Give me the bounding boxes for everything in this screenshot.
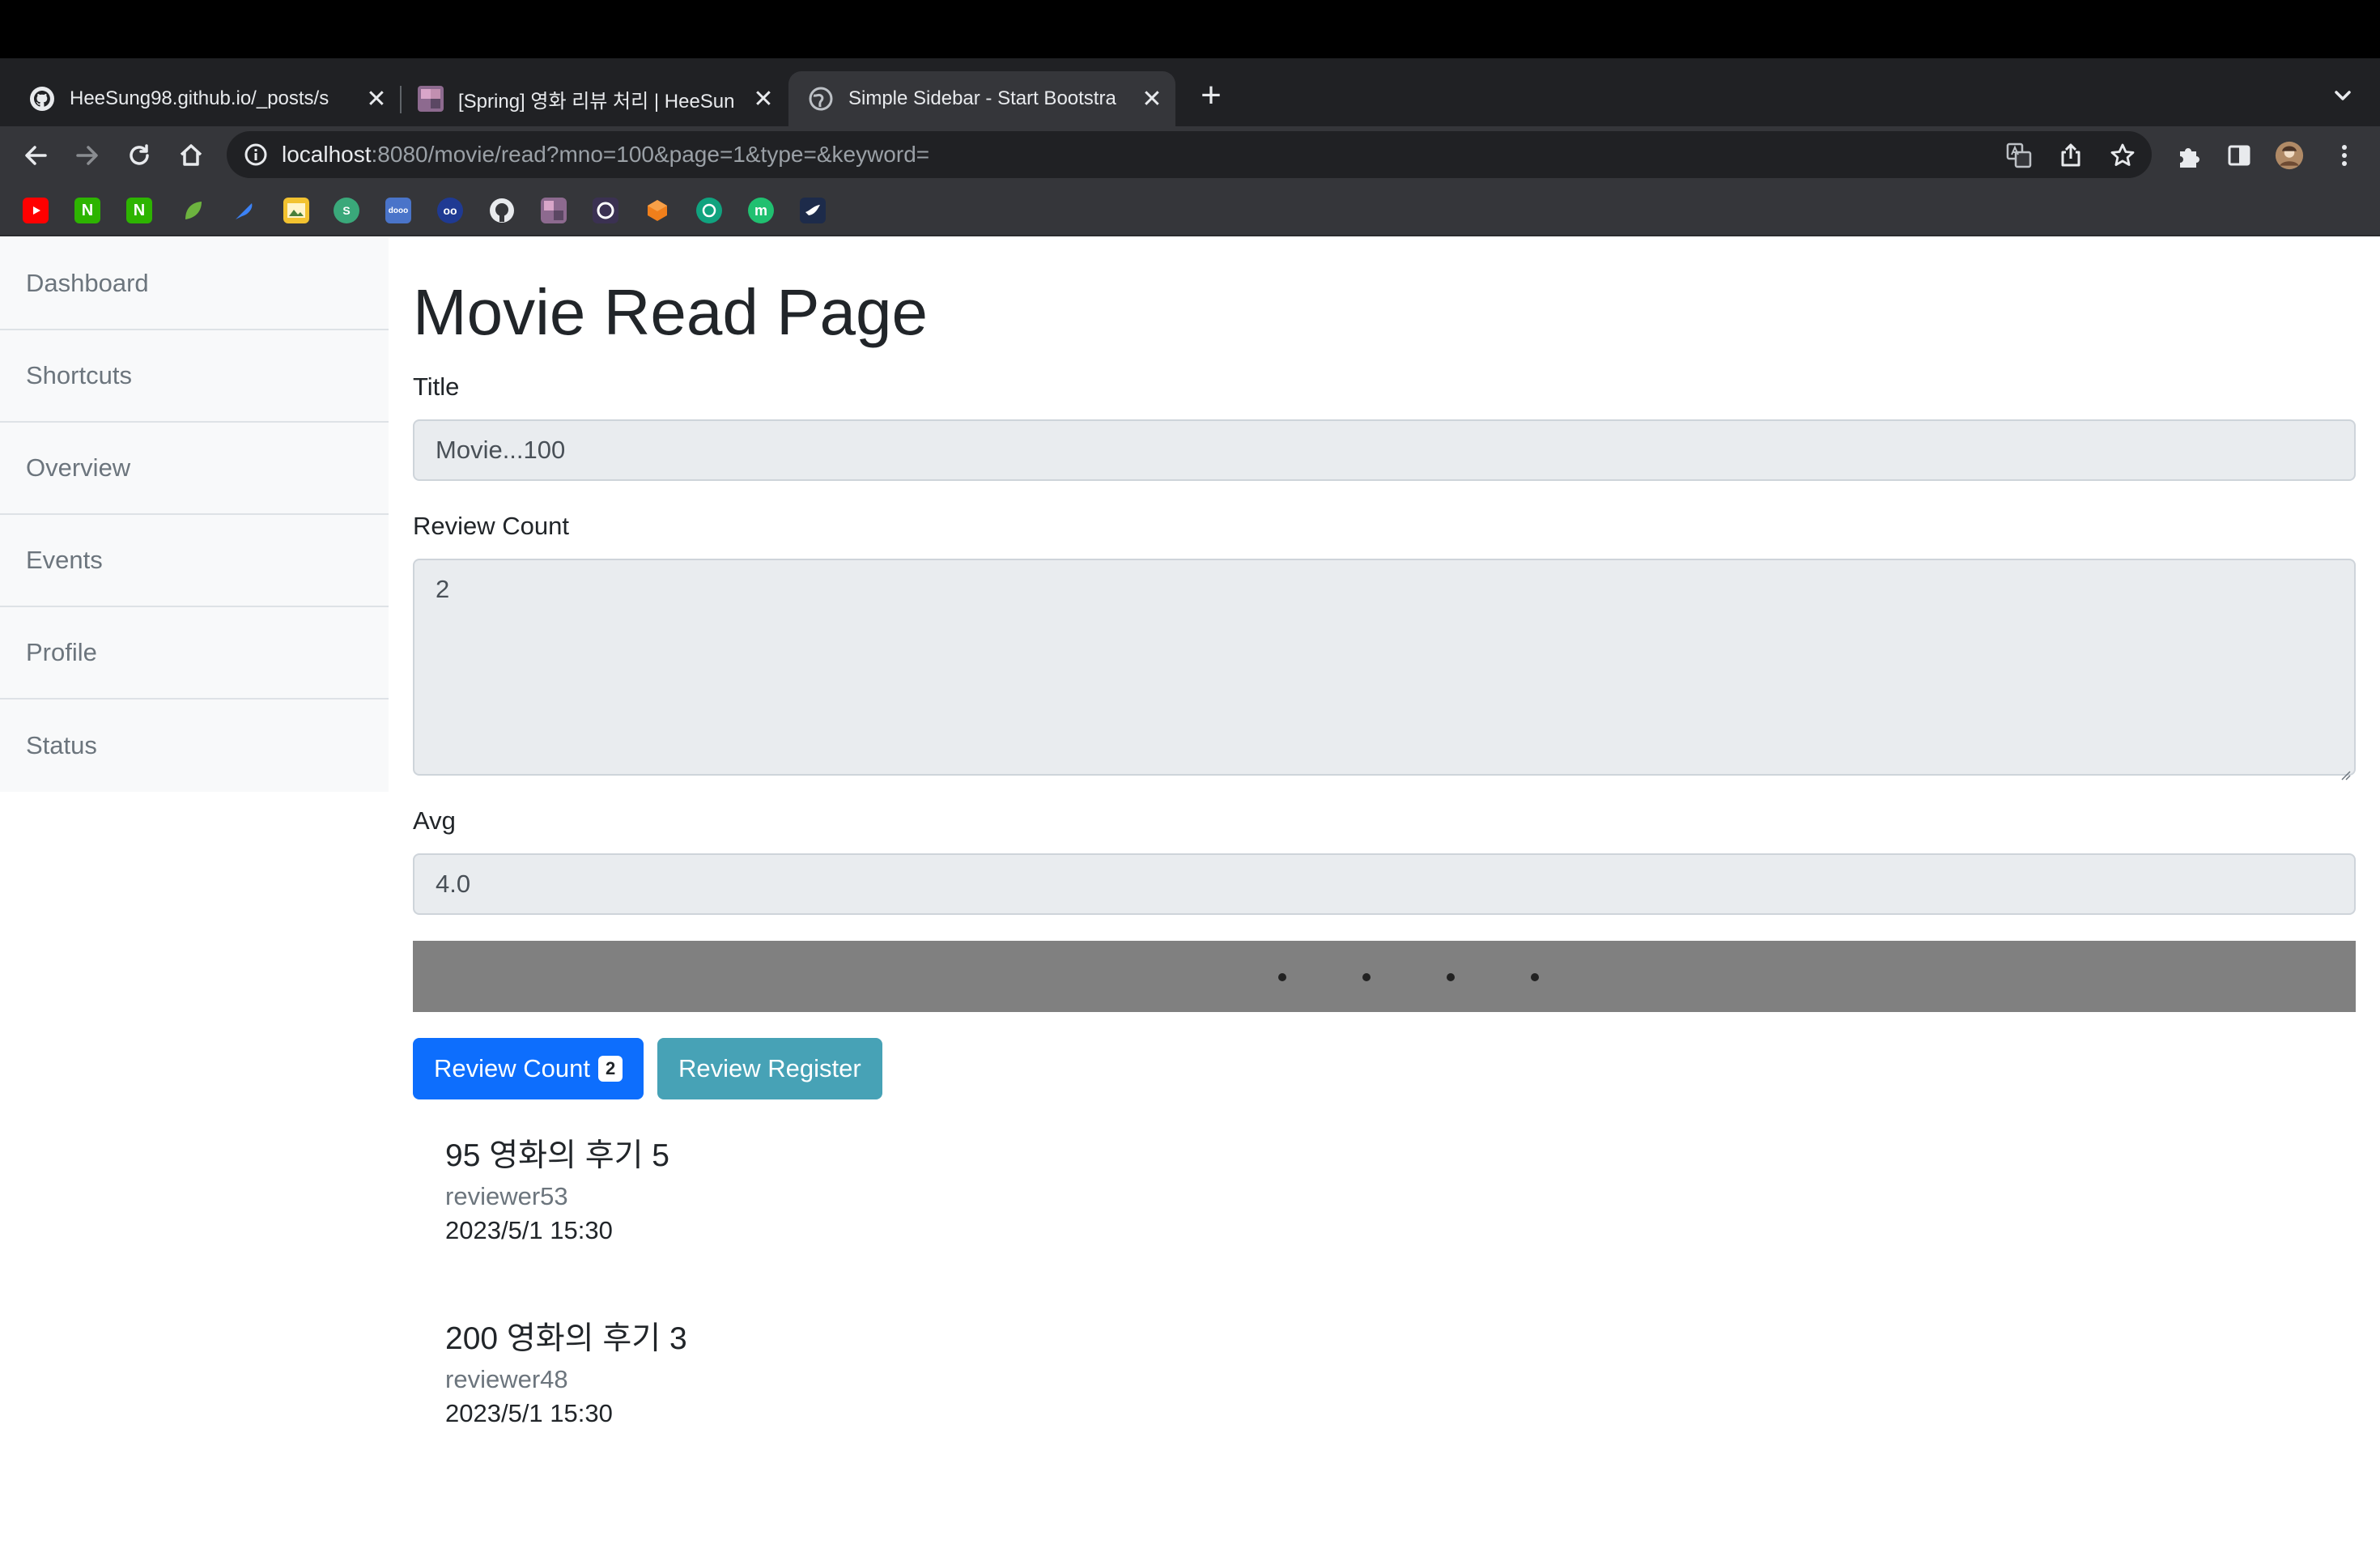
sidebar-item-status[interactable]: Status: [0, 700, 389, 792]
browser-tab-active[interactable]: Simple Sidebar - Start Bootstra ✕: [788, 71, 1175, 126]
carousel-indicator[interactable]: [1278, 973, 1286, 981]
title-field[interactable]: Movie...100: [413, 419, 2356, 481]
naver-icon[interactable]: N: [126, 198, 152, 223]
address-bar[interactable]: localhost:8080/movie/read?mno=100&page=1…: [227, 131, 2152, 178]
review-count-textarea[interactable]: 2: [413, 559, 2356, 780]
review-list-item[interactable]: 200 영화의 후기 3 reviewer48 2023/5/1 15:30: [445, 1313, 687, 1428]
blog-avatar-icon: [418, 86, 444, 112]
sidebar-item-dashboard[interactable]: Dashboard: [0, 238, 389, 330]
blog-avatar-icon[interactable]: [541, 198, 567, 223]
carousel-indicator[interactable]: [1447, 973, 1455, 981]
review-count-button[interactable]: Review Count 2: [413, 1038, 644, 1099]
review-list-item[interactable]: 95 영화의 후기 5 reviewer53 2023/5/1 15:30: [445, 1130, 669, 1245]
window-title-bar: [0, 0, 2380, 58]
close-tab-icon[interactable]: ✕: [1140, 86, 1164, 113]
tab-title: HeeSung98.github.io/_posts/s: [70, 87, 329, 109]
forward-arrow-icon[interactable]: [71, 139, 104, 172]
github-icon: [29, 86, 55, 112]
carousel-indicator[interactable]: [1531, 973, 1539, 981]
browser-tab-github[interactable]: HeeSung98.github.io/_posts/s ✕: [0, 71, 400, 126]
browser-tab-blog[interactable]: [Spring] 영화 리뷰 처리 | HeeSun ✕: [402, 71, 787, 126]
url-host: localhost: [282, 142, 372, 167]
circle-app-icon[interactable]: S: [334, 198, 359, 223]
url-path: :8080/movie/read?mno=100&page=1&type=&ke…: [371, 142, 930, 167]
translate-icon[interactable]: [2004, 141, 2034, 170]
review-count-value: 2: [436, 575, 450, 603]
tab-title: [Spring] 영화 리뷰 처리 | HeeSun: [458, 90, 735, 113]
bird-icon[interactable]: [800, 198, 826, 223]
leaf-icon[interactable]: [180, 198, 206, 223]
review-title: 200 영화의 후기 3: [445, 1321, 687, 1356]
reload-icon[interactable]: [123, 139, 155, 172]
resize-grip-icon[interactable]: [2338, 758, 2351, 780]
review-count-badge: 2: [597, 1056, 623, 1082]
close-tab-icon[interactable]: ✕: [751, 86, 776, 113]
naver-icon[interactable]: N: [74, 198, 100, 223]
orange-cube-icon[interactable]: [644, 198, 670, 223]
review-count-button-label: Review Count: [434, 1054, 590, 1082]
sidebar-item-shortcuts[interactable]: Shortcuts: [0, 330, 389, 423]
review-count-label: Review Count: [413, 512, 569, 540]
back-arrow-icon[interactable]: [19, 139, 52, 172]
page-title: Movie Read Page: [413, 276, 928, 348]
review-date: 2023/5/1 15:30: [445, 1216, 613, 1244]
tab-title: Simple Sidebar - Start Bootstra: [848, 87, 1116, 109]
tab-strip: HeeSung98.github.io/_posts/s ✕ [Spring] …: [0, 58, 2380, 126]
review-register-button[interactable]: Review Register: [657, 1038, 882, 1099]
side-panel-icon[interactable]: [2225, 141, 2254, 170]
sidebar-item-profile[interactable]: Profile: [0, 607, 389, 700]
sidebar-item-overview[interactable]: Overview: [0, 423, 389, 515]
title-label: Title: [413, 372, 460, 401]
image-carousel[interactable]: [413, 941, 2356, 1012]
reviewer-name: reviewer53: [445, 1182, 568, 1210]
avg-label: Avg: [413, 806, 456, 835]
extensions-puzzle-icon[interactable]: [2174, 141, 2204, 170]
home-icon[interactable]: [175, 139, 207, 172]
close-tab-icon[interactable]: ✕: [364, 86, 389, 113]
profile-avatar[interactable]: [2275, 141, 2304, 170]
app-icon[interactable]: [593, 198, 618, 223]
image-icon[interactable]: [283, 198, 309, 223]
globe-icon: [808, 86, 834, 112]
sidebar: Dashboard Shortcuts Overview Events Prof…: [0, 238, 389, 792]
papago-icon[interactable]: oo: [437, 198, 463, 223]
m-icon[interactable]: m: [748, 198, 774, 223]
carousel-indicator[interactable]: [1362, 973, 1371, 981]
review-date: 2023/5/1 15:30: [445, 1399, 613, 1427]
share-icon[interactable]: [2056, 141, 2085, 170]
dooray-icon[interactable]: dooo: [385, 198, 411, 223]
more-vertical-icon[interactable]: [2330, 141, 2359, 170]
avg-field[interactable]: 4.0: [413, 853, 2356, 915]
github-icon[interactable]: [489, 198, 515, 223]
new-tab-icon[interactable]: +: [1193, 75, 1229, 115]
chevron-down-icon[interactable]: [2328, 81, 2357, 110]
review-title: 95 영화의 후기 5: [445, 1138, 669, 1173]
youtube-icon[interactable]: [23, 198, 49, 223]
reviewer-name: reviewer48: [445, 1365, 568, 1393]
feather-icon[interactable]: [232, 198, 257, 223]
bookmark-star-icon[interactable]: [2108, 141, 2137, 170]
sidebar-item-events[interactable]: Events: [0, 515, 389, 607]
site-info-icon[interactable]: [243, 142, 269, 168]
openai-icon[interactable]: [696, 198, 722, 223]
url-text: localhost:8080/movie/read?mno=100&page=1…: [282, 142, 929, 168]
